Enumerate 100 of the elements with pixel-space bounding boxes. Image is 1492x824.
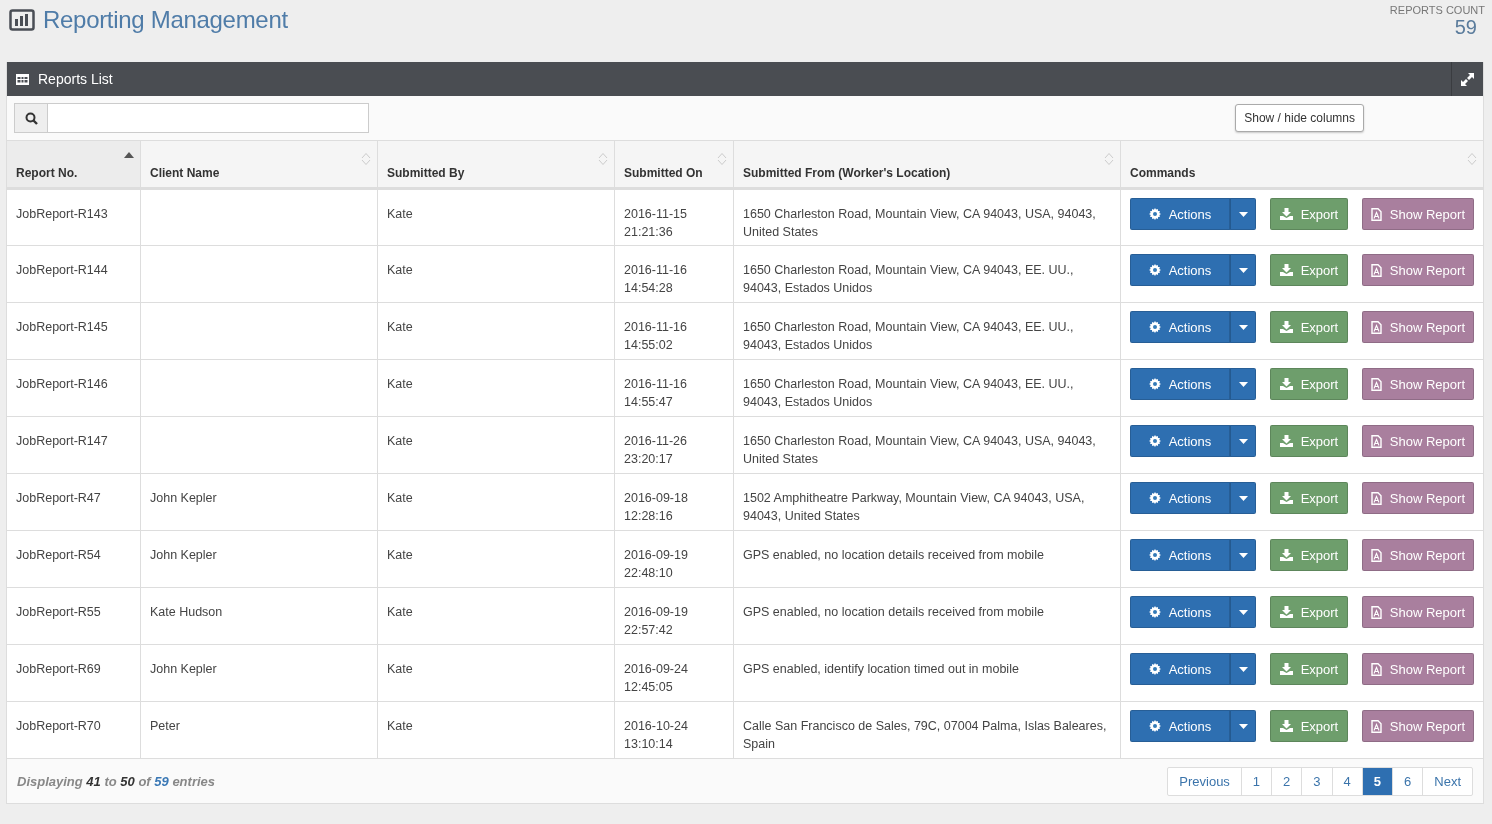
show-report-button[interactable]: Show Report (1361, 311, 1474, 343)
caret-icon (1238, 438, 1248, 444)
download-icon (1279, 606, 1293, 618)
pdf-file-icon (1370, 491, 1382, 505)
page-link[interactable]: 1 (1240, 767, 1272, 795)
column-header[interactable]: Commands (1120, 140, 1483, 189)
table-cell: JobReport-R54 (7, 530, 141, 588)
export-button[interactable]: Export (1270, 254, 1348, 286)
export-button[interactable]: Export (1270, 710, 1348, 742)
show-report-button[interactable]: Show Report (1361, 368, 1474, 400)
actions-button[interactable]: Actions (1130, 425, 1230, 457)
dropdown-toggle-button[interactable] (1230, 254, 1256, 286)
actions-button[interactable]: Actions (1130, 311, 1230, 343)
dropdown-toggle-button[interactable] (1230, 425, 1256, 457)
column-header[interactable]: Submitted From (Worker's Location) (733, 140, 1121, 189)
export-button[interactable]: Export (1270, 425, 1348, 457)
actions-button[interactable]: Actions (1130, 539, 1230, 571)
table-cell: JobReport-R145 (7, 302, 141, 360)
export-button[interactable]: Export (1270, 653, 1348, 685)
table-icon (16, 73, 29, 85)
show-report-button[interactable]: Show Report (1361, 539, 1474, 571)
dropdown-toggle-button[interactable] (1230, 368, 1256, 400)
expand-icon[interactable] (1461, 72, 1474, 86)
pdf-file-icon (1370, 377, 1382, 391)
show-report-button[interactable]: Show Report (1361, 710, 1474, 742)
column-header[interactable]: Client Name (140, 140, 378, 189)
column-header[interactable]: Submitted By (377, 140, 615, 189)
table-cell: JobReport-R144 (7, 245, 141, 303)
dropdown-toggle-button[interactable] (1230, 596, 1256, 628)
table-cell: 2016-11-16 14:55:02 (614, 302, 734, 360)
caret-icon (1238, 381, 1248, 387)
export-button[interactable]: Export (1270, 596, 1348, 628)
page-link[interactable]: 3 (1301, 767, 1332, 795)
previous-link[interactable]: Previous (1168, 767, 1241, 795)
export-button[interactable]: Export (1270, 198, 1348, 230)
show-report-button[interactable]: Show Report (1361, 482, 1474, 514)
table-cell: John Kepler (140, 530, 378, 588)
dropdown-toggle-button[interactable] (1230, 198, 1256, 230)
gear-icon (1148, 549, 1161, 561)
table-cell: JobReport-R143 (7, 188, 141, 246)
dropdown-toggle-button[interactable] (1230, 653, 1256, 685)
download-icon (1279, 378, 1293, 390)
actions-button[interactable]: Actions (1130, 368, 1230, 400)
table-cell: 2016-11-16 14:54:28 (614, 245, 734, 303)
download-icon (1279, 663, 1293, 675)
table-cell: GPS enabled, no location details received from mobile (733, 530, 1121, 588)
dropdown-toggle-button[interactable] (1230, 539, 1256, 571)
gear-icon (1148, 321, 1161, 333)
gear-icon (1148, 378, 1161, 390)
gear-icon (1148, 208, 1161, 220)
show-hide-columns-button[interactable]: Show / hide columns (1235, 104, 1364, 132)
dropdown-toggle-button[interactable] (1230, 710, 1256, 742)
page-link[interactable]: 5 (1361, 767, 1393, 795)
gear-icon (1148, 492, 1161, 504)
actions-button[interactable]: Actions (1130, 710, 1230, 742)
actions-button[interactable]: Actions (1130, 254, 1230, 286)
dropdown-toggle-button[interactable] (1230, 482, 1256, 514)
next-link[interactable]: Next (1422, 767, 1472, 795)
actions-button[interactable]: Actions (1130, 198, 1230, 230)
table-cell: Kate Hudson (140, 587, 378, 645)
dropdown-toggle-button[interactable] (1230, 311, 1256, 343)
show-report-button[interactable]: Show Report (1361, 596, 1474, 628)
caret-icon (1238, 495, 1248, 501)
caret-icon (1238, 609, 1248, 615)
export-button[interactable]: Export (1270, 368, 1348, 400)
sort-ascending-icon[interactable] (124, 152, 134, 158)
search-field[interactable] (14, 103, 369, 133)
table-cell: Kate (377, 359, 615, 417)
export-button[interactable]: Export (1270, 482, 1348, 514)
table-cell: 2016-09-24 12:45:05 (614, 644, 734, 702)
actions-button[interactable]: Actions (1130, 596, 1230, 628)
page-link[interactable]: 2 (1271, 767, 1302, 795)
show-report-button[interactable]: Show Report (1361, 198, 1474, 230)
table-cell: Kate (377, 701, 615, 759)
pdf-file-icon (1370, 320, 1382, 334)
table-cell: JobReport-R70 (7, 701, 141, 759)
column-header[interactable]: Submitted On (614, 140, 734, 189)
table-cell: Kate (377, 302, 615, 360)
gear-icon (1148, 663, 1161, 675)
column-header[interactable]: Report No. (7, 140, 141, 189)
pdf-file-icon (1370, 548, 1382, 562)
table-cell: 2016-09-19 22:57:42 (614, 587, 734, 645)
page-link[interactable]: 6 (1392, 767, 1423, 795)
show-report-button[interactable]: Show Report (1361, 254, 1474, 286)
table-cell: GPS enabled, no location details received from mobile (733, 587, 1121, 645)
actions-button[interactable]: Actions (1130, 482, 1230, 514)
pdf-file-icon (1370, 207, 1382, 221)
table-cell: Kate (377, 416, 615, 474)
gear-icon (1148, 606, 1161, 618)
caret-icon (1238, 211, 1248, 217)
table-cell: Kate (377, 587, 615, 645)
export-button[interactable]: Export (1270, 539, 1348, 571)
table-cell: JobReport-R47 (7, 473, 141, 531)
pdf-file-icon (1370, 605, 1382, 619)
actions-button[interactable]: Actions (1130, 653, 1230, 685)
export-button[interactable]: Export (1270, 311, 1348, 343)
show-report-button[interactable]: Show Report (1361, 653, 1474, 685)
page-link[interactable]: 4 (1331, 767, 1362, 795)
show-report-button[interactable]: Show Report (1361, 425, 1474, 457)
table-cell: 2016-11-16 14:55:47 (614, 359, 734, 417)
